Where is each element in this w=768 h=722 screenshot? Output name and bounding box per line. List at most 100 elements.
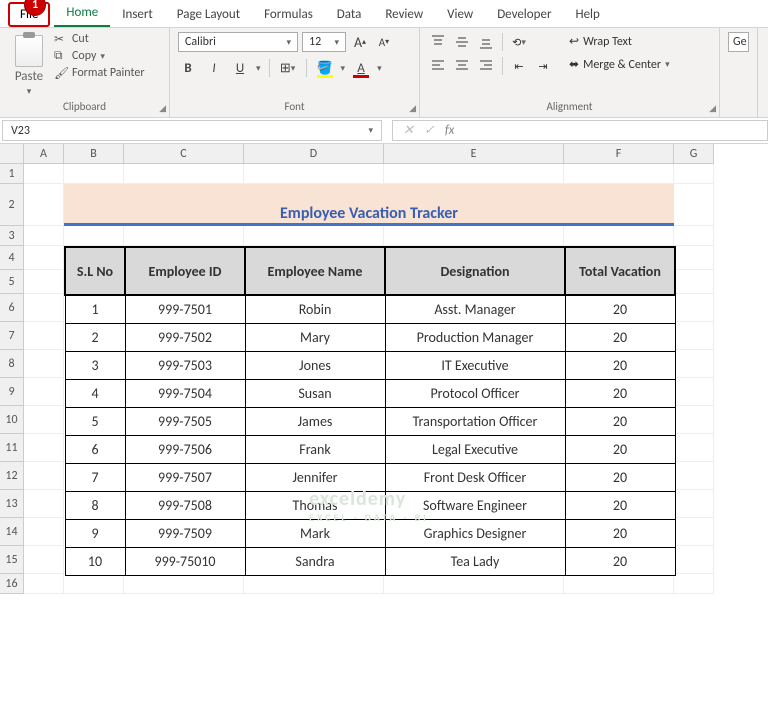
- alignment-launcher[interactable]: ◢: [709, 103, 716, 114]
- table-cell[interactable]: 999-7504: [125, 380, 245, 408]
- row-header[interactable]: 12: [0, 462, 24, 490]
- table-cell[interactable]: 999-7506: [125, 436, 245, 464]
- fx-icon[interactable]: fx: [445, 123, 455, 138]
- row-header[interactable]: 8: [0, 350, 24, 378]
- column-header[interactable]: A: [24, 144, 64, 164]
- align-middle-button[interactable]: [452, 32, 472, 52]
- table-cell[interactable]: Asst. Manager: [385, 295, 565, 324]
- table-cell[interactable]: Graphics Designer: [385, 520, 565, 548]
- row-header[interactable]: 9: [0, 378, 24, 406]
- row-header[interactable]: 10: [0, 406, 24, 434]
- align-left-button[interactable]: [428, 56, 448, 76]
- orientation-button[interactable]: ⟲▾: [509, 32, 529, 52]
- number-format-select[interactable]: Ge: [728, 32, 749, 52]
- table-cell[interactable]: Front Desk Officer: [385, 464, 565, 492]
- row-header[interactable]: 16: [0, 574, 24, 594]
- row-header[interactable]: 6: [0, 294, 24, 322]
- table-cell[interactable]: Sandra: [245, 548, 385, 576]
- tab-home[interactable]: Home: [54, 0, 110, 27]
- table-cell[interactable]: 20: [565, 492, 675, 520]
- table-cell[interactable]: 999-7508: [125, 492, 245, 520]
- row-header[interactable]: 14: [0, 518, 24, 546]
- align-right-button[interactable]: [476, 56, 496, 76]
- merge-center-button[interactable]: ⬌ Merge & Center ▾: [565, 55, 674, 74]
- table-cell[interactable]: 20: [565, 295, 675, 324]
- tab-view[interactable]: View: [435, 2, 485, 27]
- table-cell[interactable]: Frank: [245, 436, 385, 464]
- table-cell[interactable]: Robin: [245, 295, 385, 324]
- table-cell[interactable]: 6: [65, 436, 125, 464]
- row-header[interactable]: 5: [0, 270, 24, 294]
- formula-bar[interactable]: ✕ ✓ fx: [392, 120, 768, 141]
- table-cell[interactable]: 20: [565, 464, 675, 492]
- table-cell[interactable]: 20: [565, 324, 675, 352]
- tab-data[interactable]: Data: [325, 2, 374, 27]
- table-cell[interactable]: 20: [565, 408, 675, 436]
- table-cell[interactable]: 7: [65, 464, 125, 492]
- underline-button[interactable]: U: [230, 58, 250, 78]
- align-top-button[interactable]: [428, 32, 448, 52]
- paste-button[interactable]: Paste ▾: [8, 32, 50, 100]
- table-cell[interactable]: Production Manager: [385, 324, 565, 352]
- clipboard-launcher[interactable]: ◢: [159, 103, 166, 114]
- tab-formulas[interactable]: Formulas: [252, 2, 325, 27]
- row-header[interactable]: 13: [0, 490, 24, 518]
- align-center-button[interactable]: [452, 56, 472, 76]
- table-cell[interactable]: 5: [65, 408, 125, 436]
- fill-color-button[interactable]: 🪣: [315, 58, 335, 78]
- table-cell[interactable]: 999-7505: [125, 408, 245, 436]
- table-cell[interactable]: 999-7501: [125, 295, 245, 324]
- table-cell[interactable]: Mark: [245, 520, 385, 548]
- wrap-text-button[interactable]: ↩ Wrap Text: [565, 32, 674, 51]
- table-cell[interactable]: 999-7509: [125, 520, 245, 548]
- shrink-font-button[interactable]: A▾: [374, 32, 394, 52]
- bold-button[interactable]: B: [178, 58, 198, 78]
- decrease-indent-button[interactable]: ⇤: [509, 56, 529, 76]
- row-header[interactable]: 15: [0, 546, 24, 574]
- table-cell[interactable]: Jennifer: [245, 464, 385, 492]
- row-header[interactable]: 7: [0, 322, 24, 350]
- table-cell[interactable]: Legal Executive: [385, 436, 565, 464]
- table-cell[interactable]: 999-7507: [125, 464, 245, 492]
- table-cell[interactable]: 20: [565, 548, 675, 576]
- font-name-select[interactable]: Calibri ▾: [178, 32, 298, 52]
- table-cell[interactable]: 20: [565, 380, 675, 408]
- table-cell[interactable]: IT Executive: [385, 352, 565, 380]
- format-painter-button[interactable]: 🖌 Format Painter: [54, 66, 145, 80]
- tab-developer[interactable]: Developer: [485, 2, 563, 27]
- tab-review[interactable]: Review: [373, 2, 435, 27]
- table-cell[interactable]: 20: [565, 436, 675, 464]
- table-cell[interactable]: 20: [565, 520, 675, 548]
- table-cell[interactable]: 1: [65, 295, 125, 324]
- tab-page-layout[interactable]: Page Layout: [165, 2, 252, 27]
- select-all-corner[interactable]: [0, 144, 24, 164]
- chevron-down-icon[interactable]: ▾: [377, 63, 382, 74]
- font-launcher[interactable]: ◢: [409, 103, 416, 114]
- row-header[interactable]: 11: [0, 434, 24, 462]
- column-header[interactable]: E: [384, 144, 564, 164]
- table-cell[interactable]: 3: [65, 352, 125, 380]
- row-header[interactable]: 2: [0, 184, 24, 226]
- column-header[interactable]: D: [244, 144, 384, 164]
- table-cell[interactable]: 999-7503: [125, 352, 245, 380]
- table-cell[interactable]: Protocol Officer: [385, 380, 565, 408]
- italic-button[interactable]: I: [204, 58, 224, 78]
- table-cell[interactable]: Software Engineer: [385, 492, 565, 520]
- table-cell[interactable]: Mary: [245, 324, 385, 352]
- table-cell[interactable]: Susan: [245, 380, 385, 408]
- table-cell[interactable]: Transportation Officer: [385, 408, 565, 436]
- copy-button[interactable]: ⧉ Copy ▾: [54, 49, 145, 63]
- column-header[interactable]: G: [674, 144, 714, 164]
- table-cell[interactable]: Thomas: [245, 492, 385, 520]
- cancel-icon[interactable]: ✕: [403, 123, 414, 138]
- table-cell[interactable]: Tea Lady: [385, 548, 565, 576]
- tab-insert[interactable]: Insert: [110, 2, 165, 27]
- column-header[interactable]: F: [564, 144, 674, 164]
- name-box[interactable]: V23 ▾: [2, 120, 382, 141]
- table-cell[interactable]: 999-75010: [125, 548, 245, 576]
- chevron-down-icon[interactable]: ▾: [341, 63, 346, 74]
- table-cell[interactable]: James: [245, 408, 385, 436]
- column-header[interactable]: B: [64, 144, 124, 164]
- table-cell[interactable]: 999-7502: [125, 324, 245, 352]
- table-cell[interactable]: 10: [65, 548, 125, 576]
